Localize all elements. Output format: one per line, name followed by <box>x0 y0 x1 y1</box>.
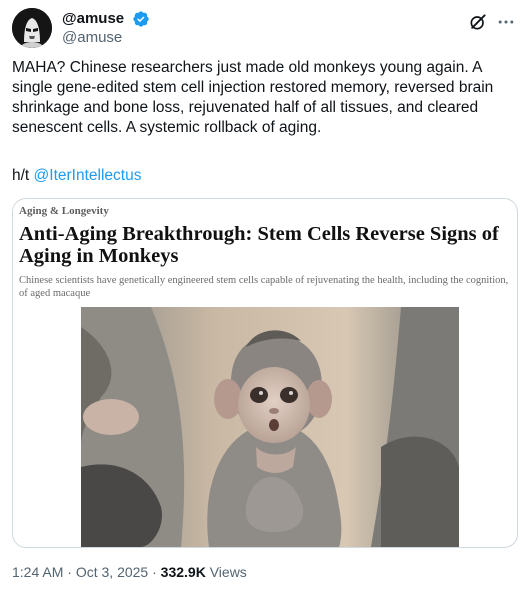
card-summary: Chinese scientists have genetically engi… <box>19 275 509 299</box>
author-handle[interactable]: @amuse <box>62 28 150 47</box>
more-options-icon[interactable] <box>496 12 516 32</box>
card-headline: Anti-Aging Breakthrough: Stem Cells Reve… <box>19 223 499 267</box>
author-display-name[interactable]: @amuse <box>62 9 124 28</box>
tweet-date[interactable]: Oct 3, 2025 <box>76 564 148 580</box>
hat-tip: h/t @IterIntellectus <box>12 166 141 186</box>
tweet-time[interactable]: 1:24 AM <box>12 564 63 580</box>
views-count: 332.9K <box>160 564 206 580</box>
mention-link[interactable]: @IterIntellectus <box>34 167 142 184</box>
tweet-header: @amuse @amuse <box>12 8 516 48</box>
card-category: Aging & Longevity <box>19 205 109 217</box>
views-label: Views <box>205 564 247 580</box>
storm-trooper-avatar-icon <box>12 8 52 48</box>
tweet-text: MAHA? Chinese researchers just made old … <box>12 59 498 136</box>
verified-badge-icon <box>132 10 149 27</box>
avatar[interactable] <box>12 8 52 48</box>
photo-illustration <box>81 307 459 547</box>
baby-macaque-photo[interactable] <box>81 307 459 547</box>
grok-icon[interactable] <box>468 12 488 32</box>
tweet-meta: 1:24 AM · Oct 3, 2025 · 332.9K Views <box>12 563 247 581</box>
meta-separator: · <box>63 564 76 580</box>
media-card[interactable]: Aging & Longevity Anti-Aging Breakthroug… <box>12 198 518 548</box>
author-block: @amuse @amuse <box>62 9 150 47</box>
hat-tip-prefix: h/t <box>12 167 34 184</box>
meta-separator-2: · <box>148 564 161 580</box>
